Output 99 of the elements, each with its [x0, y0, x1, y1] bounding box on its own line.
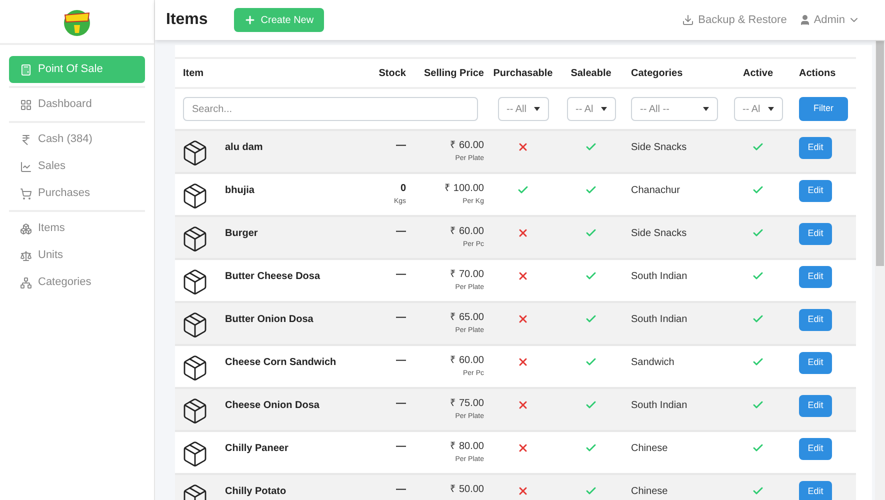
hierarchy-icon: [20, 276, 32, 288]
search-field[interactable]: Search...: [183, 97, 478, 121]
edit-button[interactable]: Edit: [799, 352, 832, 374]
price-value: ₹ 50.00: [450, 484, 484, 496]
caret-icon: [768, 107, 774, 111]
box-icon: [181, 311, 209, 339]
edit-button[interactable]: Edit: [799, 223, 832, 245]
item-name: Burger: [225, 227, 258, 241]
item-name: Chilly Paneer: [225, 442, 288, 456]
edit-button[interactable]: Edit: [799, 137, 832, 159]
edit-button[interactable]: Edit: [799, 481, 832, 500]
select-value: -- All: [506, 102, 526, 116]
item-name: Cheese Onion Dosa: [225, 399, 320, 413]
edit-button[interactable]: Edit: [799, 180, 832, 202]
stock-value: —: [396, 355, 406, 367]
grid-icon: [20, 98, 32, 110]
stock-value: 0: [400, 183, 406, 195]
price-value: ₹ 80.00: [450, 441, 484, 453]
box-icon: [181, 182, 209, 210]
edit-button[interactable]: Edit: [799, 438, 832, 460]
column-header: Active: [742, 66, 774, 80]
filter-select[interactable]: -- All --: [631, 97, 718, 121]
column-header: Item: [182, 66, 205, 80]
edit-button[interactable]: Edit: [799, 309, 832, 331]
caret-icon: [703, 107, 709, 111]
category-name: South Indian: [631, 400, 688, 411]
page-title: Items: [166, 10, 208, 30]
scrollbar[interactable]: [875, 40, 885, 500]
stock-value: —: [396, 312, 406, 324]
sidebar-item[interactable]: Units: [9, 242, 145, 269]
price-value: ₹ 65.00: [450, 312, 484, 324]
backup-link[interactable]: Backup & Restore: [682, 12, 787, 28]
filter-select[interactable]: -- Al: [734, 97, 782, 121]
caret-icon: [534, 107, 540, 111]
caret-icon: [600, 107, 606, 111]
price-value: ₹ 60.00: [450, 355, 484, 367]
stock-value: —: [396, 441, 406, 453]
category-name: South Indian: [631, 314, 688, 325]
stock-value: —: [396, 226, 406, 238]
sidebar-item[interactable]: Categories: [9, 269, 145, 296]
download-icon: [682, 14, 694, 26]
category-name: Side Snacks: [631, 228, 687, 239]
category-name: South Indian: [631, 271, 688, 282]
filter-button[interactable]: Filter: [799, 97, 848, 121]
user-menu[interactable]: Admin: [798, 12, 860, 28]
category-name: Side Snacks: [631, 142, 687, 153]
stock-value: —: [396, 269, 406, 281]
box-icon: [181, 268, 209, 296]
item-name: Chilly Potato: [225, 485, 286, 499]
item-name: alu dam: [225, 141, 263, 155]
create-new-button[interactable]: Create New: [234, 8, 324, 32]
box-icon: [181, 354, 209, 382]
price-value: ₹ 100.00: [444, 183, 484, 195]
stock-value: —: [396, 140, 406, 152]
box-icon: [181, 440, 209, 468]
sidebar-item[interactable]: Items: [9, 215, 145, 242]
box-icon: [181, 225, 209, 253]
column-header: Stock: [378, 66, 407, 80]
cart-icon: [20, 188, 32, 200]
stock-value: —: [396, 484, 406, 496]
filter-select[interactable]: -- All: [498, 97, 548, 121]
category-name: Chanachur: [631, 185, 680, 196]
sidebar-item[interactable]: Sales: [9, 153, 145, 180]
item-name: Butter Cheese Dosa: [225, 270, 320, 284]
item-name: Cheese Corn Sandwich: [225, 356, 336, 370]
item-name: bhujia: [225, 184, 254, 198]
category-name: Sandwich: [631, 357, 674, 368]
line-chart-icon: [20, 160, 32, 172]
user-icon: [798, 14, 811, 26]
stock-value: —: [396, 398, 406, 410]
category-name: Chinese: [631, 443, 668, 454]
select-value: -- All --: [640, 102, 670, 116]
column-header: Purchasable: [492, 66, 554, 80]
scale-icon: [20, 250, 32, 262]
select-value: -- Al: [576, 102, 594, 116]
sidebar-item[interactable]: Point Of Sale: [9, 56, 145, 83]
category-name: Chinese: [631, 486, 668, 497]
column-header: Actions: [798, 66, 837, 80]
price-value: ₹ 60.00: [450, 226, 484, 238]
column-header: Saleable: [570, 66, 612, 80]
plus-icon: [244, 14, 256, 26]
calculator-icon: [20, 64, 32, 76]
boxes-icon: [20, 222, 32, 234]
column-header: Categories: [630, 66, 684, 80]
sidebar-item[interactable]: Cash (384): [9, 126, 145, 153]
price-value: ₹ 70.00: [450, 269, 484, 281]
select-value: -- Al: [742, 102, 760, 116]
filter-select[interactable]: -- Al: [566, 97, 616, 121]
rupee-icon: [20, 134, 32, 146]
box-icon: [181, 139, 209, 167]
edit-button[interactable]: Edit: [799, 266, 832, 288]
item-name: Butter Onion Dosa: [225, 313, 314, 327]
sidebar-item[interactable]: Dashboard: [9, 91, 145, 118]
price-value: ₹ 60.00: [450, 140, 484, 152]
box-icon: [181, 397, 209, 425]
price-value: ₹ 75.00: [450, 398, 484, 410]
edit-button[interactable]: Edit: [799, 395, 832, 417]
column-header: Selling Price: [422, 66, 485, 80]
sidebar-item[interactable]: Purchases: [9, 180, 145, 207]
